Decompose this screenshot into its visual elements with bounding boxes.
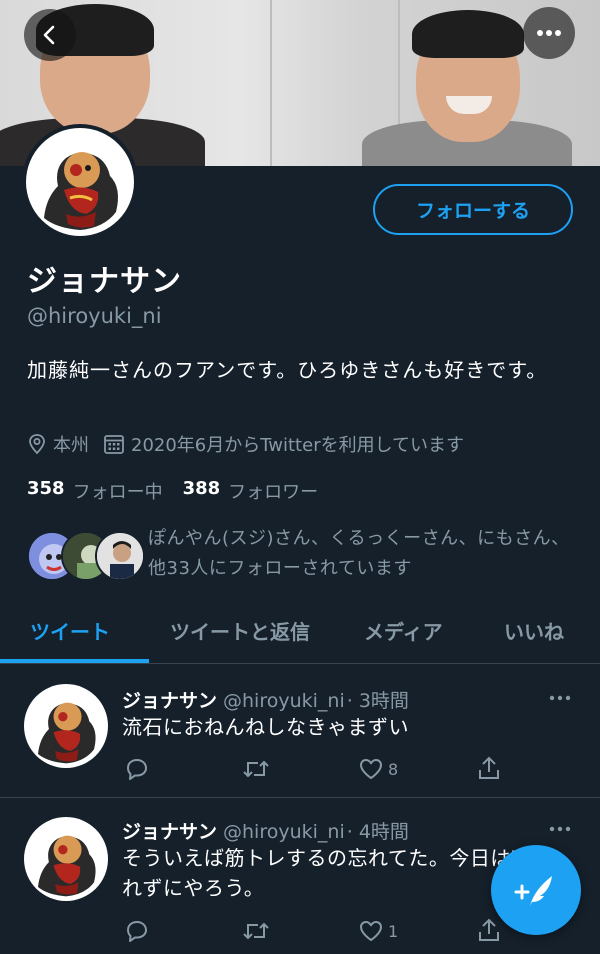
follow-button[interactable]: フォローする <box>373 184 573 235</box>
follow-counts: 358 フォロー中 388 フォロワー <box>27 478 338 504</box>
profile-meta: 本州 2020年6月からTwitterを利用しています <box>27 431 478 457</box>
heart-icon <box>360 759 382 779</box>
profile-handle: @hiroyuki_ni <box>27 304 162 328</box>
reply-icon <box>127 759 147 780</box>
tweet-text: 流石におねんねしなきゃまずい <box>122 715 409 739</box>
tab-tweets[interactable]: ツイート <box>30 616 110 645</box>
retweet-icon <box>243 760 269 778</box>
followed-by-avatars[interactable] <box>27 527 145 583</box>
follower-avatar <box>95 531 145 581</box>
more-options-button[interactable] <box>523 7 575 59</box>
profile-avatar[interactable] <box>22 124 138 240</box>
tweet-author-name[interactable]: ジョナサン <box>122 690 217 712</box>
heart-icon <box>360 921 382 941</box>
profile-bio: 加藤純一さんのフアンです。ひろゆきさんも好きです。 <box>27 358 548 382</box>
tab-likes[interactable]: いいね <box>504 616 564 645</box>
tweet-text-line2: れずにやろう。 <box>122 876 265 900</box>
calendar-icon <box>104 435 124 454</box>
share-icon <box>479 918 499 941</box>
share-icon <box>479 756 499 779</box>
like-button[interactable]: 8 <box>358 756 398 782</box>
tweet-avatar[interactable] <box>24 817 108 901</box>
more-icon <box>549 826 571 832</box>
retweet-button[interactable] <box>242 756 274 782</box>
joined-text: 2020年6月からTwitterを利用しています <box>131 435 465 456</box>
tweet-more-button[interactable] <box>548 817 572 838</box>
like-count: 8 <box>388 759 399 779</box>
reply-button[interactable] <box>124 918 154 944</box>
share-button[interactable] <box>476 916 506 944</box>
share-button[interactable] <box>476 754 506 782</box>
tweet-more-button[interactable] <box>548 686 572 707</box>
tweet-author-name[interactable]: ジョナサン <box>122 821 217 843</box>
chevron-left-icon <box>43 25 55 45</box>
profile-name: ジョナサン <box>27 264 182 299</box>
tweet-divider <box>0 797 600 798</box>
location-text: 本州 <box>53 435 89 456</box>
following-count[interactable]: 358 <box>27 478 65 504</box>
more-icon <box>537 30 561 36</box>
tab-media[interactable]: メディア <box>364 616 443 645</box>
back-button[interactable] <box>24 9 76 61</box>
like-button[interactable]: 1 <box>358 918 398 944</box>
retweet-button[interactable] <box>242 918 274 944</box>
tweet-author-handle[interactable]: @hiroyuki_ni <box>223 821 345 843</box>
like-count: 1 <box>388 921 399 941</box>
tweet-time: · 4時間 <box>346 821 409 843</box>
avatar-image <box>26 128 134 236</box>
tweet-text: そういえば筋トレするの忘れてた。今日は忘 <box>122 846 532 870</box>
tweet-author-handle[interactable]: @hiroyuki_ni <box>223 690 345 712</box>
compose-tweet-button[interactable] <box>491 845 581 935</box>
location-pin-icon <box>29 434 45 455</box>
followers-count[interactable]: 388 <box>183 478 221 504</box>
tweet-time: · 3時間 <box>346 690 409 712</box>
tab-tweets-and-replies[interactable]: ツイートと返信 <box>170 616 310 645</box>
location-item: 本州 <box>27 431 89 457</box>
tweet-header: ジョナサン @hiroyuki_ni · 3時間 <box>122 686 409 713</box>
more-icon <box>549 695 571 701</box>
tweet-avatar[interactable] <box>24 684 108 768</box>
retweet-icon <box>243 922 269 940</box>
followed-by-text[interactable]: ぽんやん(スジ)さん、くるっくーさん、にもさん、他33人にフォローされています <box>148 524 578 584</box>
compose-feather-icon <box>514 876 552 906</box>
tweet-header: ジョナサン @hiroyuki_ni · 4時間 <box>122 817 409 844</box>
joined-item: 2020年6月からTwitterを利用しています <box>103 431 464 457</box>
profile-tabs: ツイート ツイートと返信 メディア いいね <box>0 598 600 664</box>
following-label[interactable]: フォロー中 <box>73 478 163 504</box>
banner-panel-line <box>270 0 272 166</box>
followers-label[interactable]: フォロワー <box>228 478 318 504</box>
active-tab-indicator <box>0 659 149 663</box>
reply-button[interactable] <box>124 756 154 782</box>
reply-icon <box>127 921 147 942</box>
